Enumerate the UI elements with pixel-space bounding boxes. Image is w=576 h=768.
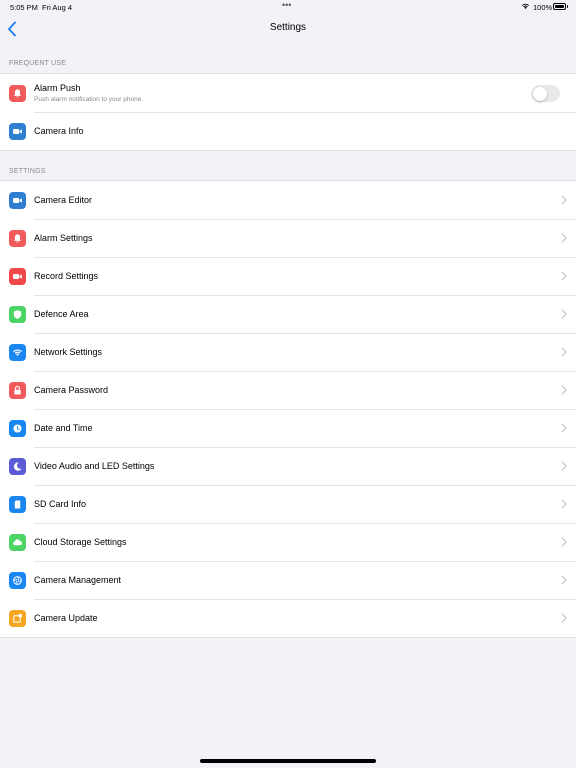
settings-item-alarm-settings[interactable]: Alarm Settings <box>0 219 576 257</box>
bell-icon <box>9 230 26 247</box>
navigation-bar: Settings <box>0 14 576 44</box>
settings-item-camera-editor[interactable]: Camera Editor <box>0 181 576 219</box>
settings-item-label: Camera Management <box>34 575 122 585</box>
shield-icon <box>9 306 26 323</box>
video-icon <box>9 268 26 285</box>
camera-info-label: Camera Info <box>34 126 84 136</box>
clock-icon <box>9 420 26 437</box>
chevron-right-icon <box>561 613 567 623</box>
frequent-use-group: Alarm Push Push alarm notification to yo… <box>0 73 576 151</box>
wifi-icon <box>521 3 530 9</box>
status-time: 5:05 PM <box>10 3 38 12</box>
lock-icon <box>9 382 26 399</box>
settings-item-camera-management[interactable]: Camera Management <box>0 561 576 599</box>
settings-item-label: Record Settings <box>34 271 99 281</box>
chevron-right-icon <box>561 461 567 471</box>
status-bar: 5:05 PM Fri Aug 4 ••• 100% <box>0 0 576 14</box>
wifi-icon <box>9 344 26 361</box>
settings-item-date-and-time[interactable]: Date and Time <box>0 409 576 447</box>
settings-item-label: Video Audio and LED Settings <box>34 461 155 471</box>
status-date: Fri Aug 4 <box>42 3 73 12</box>
moon-icon <box>9 458 26 475</box>
alarm-push-row: Alarm Push Push alarm notification to yo… <box>0 74 576 112</box>
multitasking-dots[interactable]: ••• <box>282 0 291 10</box>
settings-item-sd-card-info[interactable]: SD Card Info <box>0 485 576 523</box>
camera-info-row[interactable]: Camera Info <box>0 112 576 150</box>
settings-item-label: Date and Time <box>34 423 93 433</box>
chevron-right-icon <box>561 347 567 357</box>
settings-item-label: Camera Password <box>34 385 109 395</box>
alarm-push-toggle[interactable] <box>531 85 560 102</box>
settings-item-label: Camera Update <box>34 613 98 623</box>
chevron-right-icon <box>561 423 567 433</box>
update-badge-icon <box>9 610 26 627</box>
chevron-right-icon <box>561 233 567 243</box>
chevron-right-icon <box>561 385 567 395</box>
settings-item-cloud-storage[interactable]: Cloud Storage Settings <box>0 523 576 561</box>
settings-item-video-audio-led[interactable]: Video Audio and LED Settings <box>0 447 576 485</box>
settings-group: Camera Editor Alarm Settings Record Sett… <box>0 180 576 638</box>
chevron-right-icon <box>561 499 567 509</box>
video-icon <box>9 192 26 209</box>
section-header-settings: SETTINGS <box>9 168 46 175</box>
video-icon <box>9 123 26 140</box>
settings-item-defence-area[interactable]: Defence Area <box>0 295 576 333</box>
settings-item-network-settings[interactable]: Network Settings <box>0 333 576 371</box>
chevron-right-icon <box>561 309 567 319</box>
battery-icon <box>553 3 568 10</box>
settings-item-record-settings[interactable]: Record Settings <box>0 257 576 295</box>
settings-item-label: Camera Editor <box>34 195 93 205</box>
chevron-right-icon <box>561 575 567 585</box>
settings-item-label: Defence Area <box>34 309 89 319</box>
settings-item-label: Alarm Settings <box>34 233 93 243</box>
battery-percent: 100% <box>533 3 553 12</box>
settings-item-label: SD Card Info <box>34 499 87 509</box>
chevron-right-icon <box>561 537 567 547</box>
settings-item-label: Network Settings <box>34 347 103 357</box>
home-indicator[interactable] <box>200 759 376 763</box>
alarm-push-description: Push alarm notification to your phone. <box>34 96 144 103</box>
settings-item-camera-password[interactable]: Camera Password <box>0 371 576 409</box>
aperture-icon <box>9 572 26 589</box>
settings-item-label: Cloud Storage Settings <box>34 537 127 547</box>
toggle-knob <box>532 86 547 101</box>
sd-card-icon <box>9 496 26 513</box>
chevron-right-icon <box>561 271 567 281</box>
section-header-frequent-use: FREQUENT USE <box>9 60 67 67</box>
settings-item-camera-update[interactable]: Camera Update <box>0 599 576 637</box>
chevron-right-icon <box>561 195 567 205</box>
page-title: Settings <box>269 22 307 33</box>
bell-icon <box>9 85 26 102</box>
alarm-push-label: Alarm Push <box>34 83 81 93</box>
cloud-icon <box>9 534 26 551</box>
